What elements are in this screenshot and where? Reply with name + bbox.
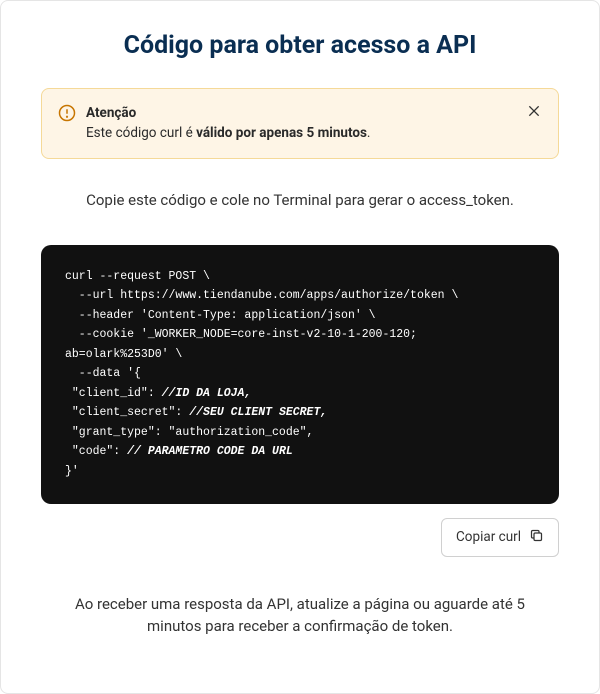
code-line: "client_secret": — [65, 406, 189, 419]
copy-icon — [529, 528, 544, 547]
code-line: }' — [65, 465, 79, 478]
code-line: ab=olark%253D0' \ — [65, 348, 182, 361]
code-line: "client_id": — [65, 387, 162, 400]
alert-title: Atenção — [86, 103, 516, 123]
code-line: --url https://www.tiendanube.com/apps/au… — [65, 289, 458, 302]
alert-text-suffix: . — [367, 125, 371, 141]
footer-text: Ao receber uma resposta da API, atualize… — [41, 593, 559, 638]
modal-container: Código para obter acesso a API Atenção E… — [0, 0, 600, 694]
code-line: --data '{ — [65, 367, 141, 380]
code-line: "grant_type": "authorization_code", — [65, 426, 313, 439]
code-line: --cookie '_WORKER_NODE=core-inst-v2-10-1… — [65, 328, 417, 341]
page-title: Código para obter acesso a API — [41, 31, 559, 60]
copy-button-label: Copiar curl — [456, 529, 521, 545]
warning-alert: Atenção Este código curl é válido por ap… — [41, 88, 559, 159]
code-placeholder: // PARAMETRO CODE DA URL — [127, 445, 293, 458]
code-placeholder: //SEU CLIENT SECRET, — [189, 406, 327, 419]
code-block: curl --request POST \ --url https://www.… — [41, 245, 559, 504]
alert-content: Atenção Este código curl é válido por ap… — [86, 103, 516, 144]
copy-curl-button[interactable]: Copiar curl — [441, 518, 559, 557]
close-icon[interactable] — [526, 103, 542, 123]
code-line: --header 'Content-Type: application/json… — [65, 309, 376, 322]
warning-icon — [58, 104, 76, 126]
alert-text-prefix: Este código curl é — [86, 125, 196, 141]
code-line: curl --request POST \ — [65, 270, 210, 283]
instruction-text: Copie este código e cole no Terminal par… — [41, 191, 559, 209]
button-row: Copiar curl — [41, 518, 559, 557]
code-placeholder: //ID DA LOJA, — [162, 387, 252, 400]
code-line: "code": — [65, 445, 127, 458]
alert-text-bold: válido por apenas 5 minutos — [196, 125, 367, 141]
